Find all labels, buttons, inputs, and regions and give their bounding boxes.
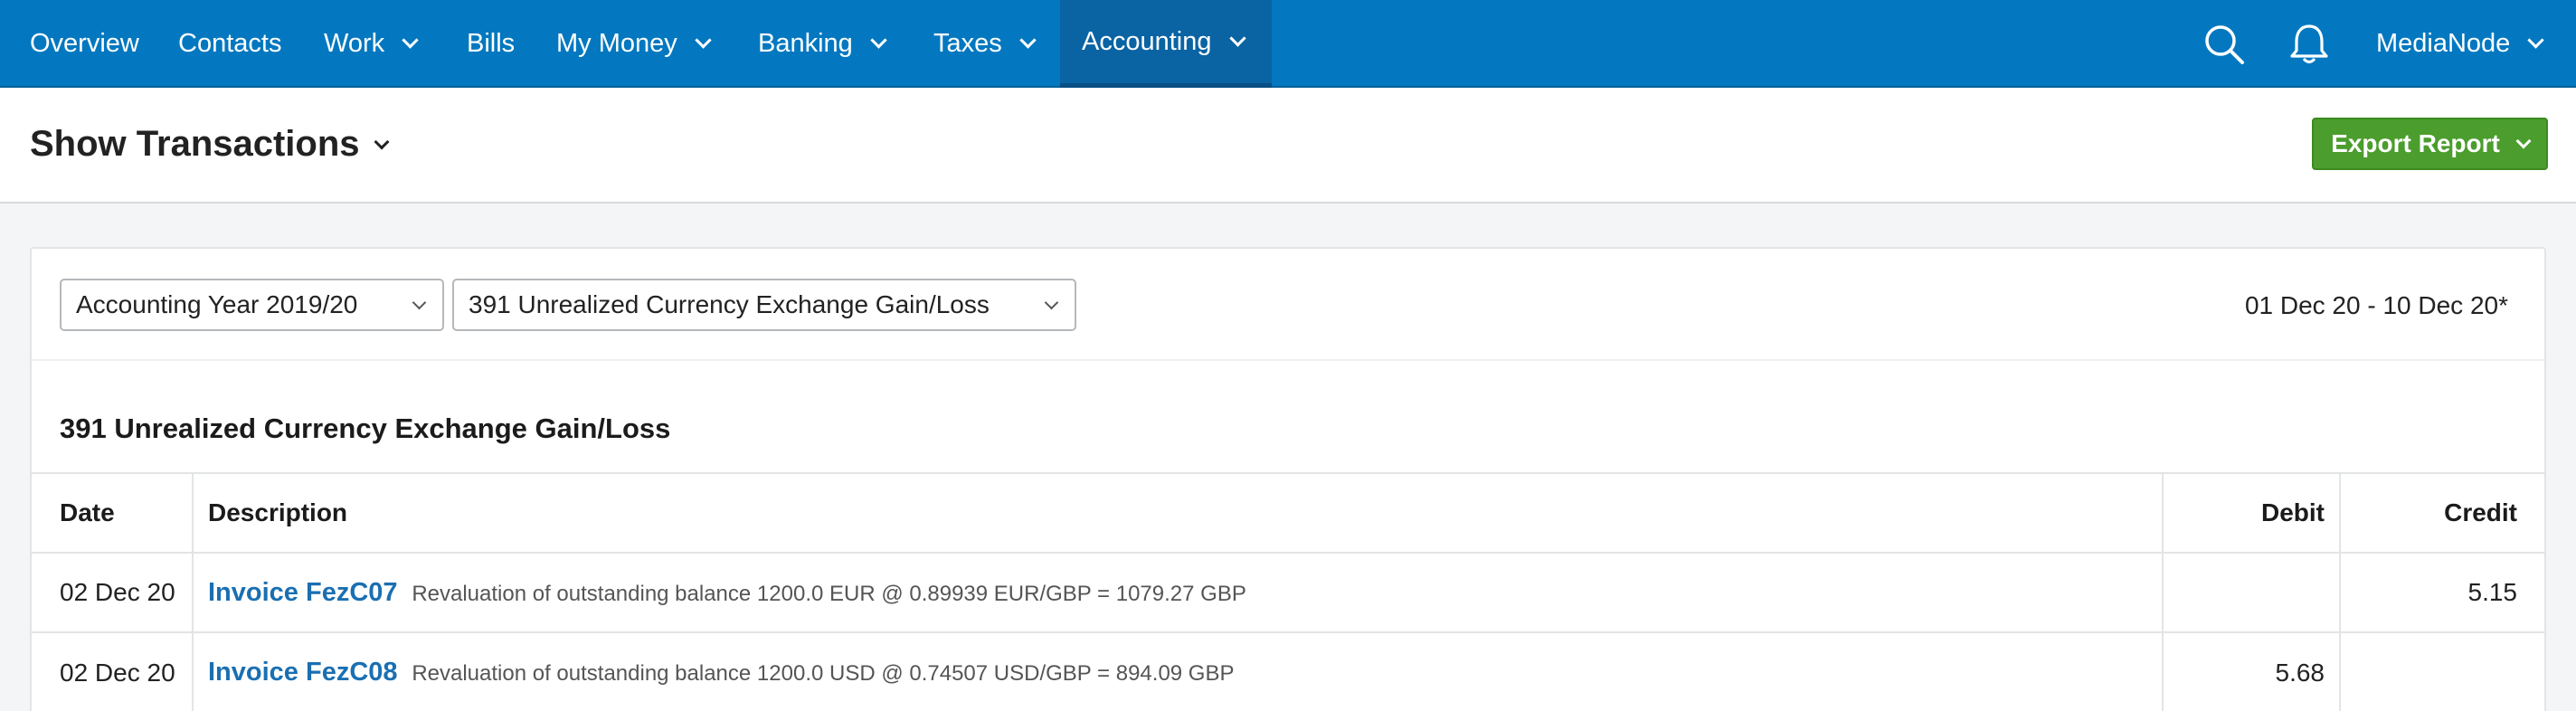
account-name: MediaNode xyxy=(2376,29,2511,58)
nav-item-taxes[interactable]: Taxes xyxy=(933,0,1037,88)
nav-item-label: My Money xyxy=(556,29,677,58)
nav-item-label: Banking xyxy=(758,29,853,58)
column-header-debit: Debit xyxy=(2163,472,2341,553)
nav-item-my-money[interactable]: My Money xyxy=(556,0,712,88)
nav-item-label: Contacts xyxy=(178,29,282,58)
nav-item-label: Work xyxy=(324,29,385,58)
accounting-year-select[interactable]: Accounting Year 2019/20 xyxy=(60,279,444,331)
row-date: 02 Dec 20 xyxy=(32,552,194,632)
nav-item-bills[interactable]: Bills xyxy=(467,0,515,88)
nav-item-overview[interactable]: Overview xyxy=(30,0,139,88)
chevron-down-icon xyxy=(402,32,419,49)
row-date: 02 Dec 20 xyxy=(32,631,194,711)
row-credit xyxy=(2340,631,2546,711)
chevron-down-icon xyxy=(2527,32,2545,49)
page-title: Show Transactions xyxy=(30,124,360,164)
row-credit: 5.15 xyxy=(2340,552,2546,632)
row-detail: Revaluation of outstanding balance 1200.… xyxy=(412,661,1235,686)
nav-item-accounting[interactable]: Accounting xyxy=(1060,0,1272,88)
nav-item-work[interactable]: Work xyxy=(324,0,419,88)
account-select-value: 391 Unrealized Currency Exchange Gain/Lo… xyxy=(469,290,990,318)
row-description: Invoice FezC07 Revaluation of outstandin… xyxy=(193,552,2164,632)
account-heading: 391 Unrealized Currency Exchange Gain/Lo… xyxy=(60,412,671,444)
column-header-date: Date xyxy=(32,472,194,553)
column-header-credit: Credit xyxy=(2340,472,2546,553)
row-debit: 5.68 xyxy=(2163,631,2341,711)
date-range: 01 Dec 20 - 10 Dec 20* xyxy=(2244,291,2508,319)
account-select[interactable]: 391 Unrealized Currency Exchange Gain/Lo… xyxy=(452,279,1076,331)
row-debit xyxy=(2163,552,2341,632)
page-header: Show Transactions Export Report xyxy=(0,88,2576,204)
chevron-down-icon xyxy=(412,295,427,310)
row-detail: Revaluation of outstanding balance 1200.… xyxy=(412,581,1246,606)
export-report-button[interactable]: Export Report xyxy=(2312,118,2548,170)
page-title-dropdown[interactable]: Show Transactions xyxy=(30,124,390,165)
table-row: 02 Dec 20 Invoice FezC08 Revaluation of … xyxy=(32,631,2546,711)
row-description: Invoice FezC08 Revaluation of outstandin… xyxy=(193,631,2164,711)
account-menu[interactable]: MediaNode xyxy=(2376,0,2545,88)
bell-icon[interactable] xyxy=(2287,22,2332,67)
invoice-link[interactable]: Invoice FezC07 xyxy=(208,578,398,607)
chevron-down-icon xyxy=(374,134,390,149)
search-icon[interactable] xyxy=(2202,22,2247,67)
top-nav-bar: Overview Contacts Work Bills My Money Ba… xyxy=(0,0,2576,88)
export-report-label: Export Report xyxy=(2331,129,2500,157)
nav-item-contacts[interactable]: Contacts xyxy=(178,0,281,88)
chevron-down-icon xyxy=(870,32,887,49)
chevron-down-icon xyxy=(695,32,712,49)
table-row: 02 Dec 20 Invoice FezC07 Revaluation of … xyxy=(32,552,2546,632)
chevron-down-icon xyxy=(1228,29,1246,47)
column-header-description: Description xyxy=(193,472,2164,553)
chevron-down-icon xyxy=(1019,32,1037,49)
transactions-table: Date Description Debit Credit 02 Dec 20 … xyxy=(32,472,2546,711)
chevron-down-icon xyxy=(1044,295,1059,310)
transactions-panel: Accounting Year 2019/20 391 Unrealized C… xyxy=(30,247,2546,711)
invoice-link[interactable]: Invoice FezC08 xyxy=(208,658,398,687)
chevron-down-icon xyxy=(2515,133,2532,149)
nav-item-label: Bills xyxy=(467,29,516,58)
nav-item-banking[interactable]: Banking xyxy=(758,0,887,88)
filters-bar: Accounting Year 2019/20 391 Unrealized C… xyxy=(32,249,2544,361)
nav-item-label: Overview xyxy=(30,29,139,58)
table-header-row: Date Description Debit Credit xyxy=(32,472,2546,553)
nav-item-label: Accounting xyxy=(1082,26,1212,56)
accounting-year-value: Accounting Year 2019/20 xyxy=(76,290,358,318)
nav-item-label: Taxes xyxy=(933,29,1002,58)
